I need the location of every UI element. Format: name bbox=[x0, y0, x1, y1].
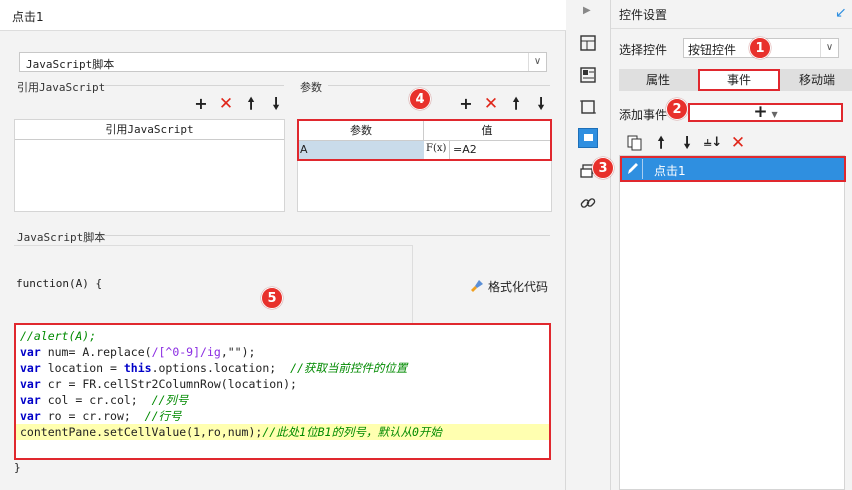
callout-badge-2: 2 bbox=[666, 98, 688, 120]
script-type-select[interactable]: JavaScript脚本 ∨ bbox=[19, 52, 547, 72]
formula-icon-label: F(x) bbox=[426, 143, 447, 154]
closing-brace: } bbox=[14, 461, 21, 474]
code-token: .options.location; bbox=[151, 361, 291, 375]
code-line: //alert(A); bbox=[20, 328, 96, 344]
params-header-value: 值 bbox=[424, 121, 550, 141]
delete-ref-js-button[interactable]: ✕ bbox=[218, 96, 234, 113]
panel-title: 控件设置 bbox=[619, 8, 668, 22]
tab-properties[interactable]: 属性 bbox=[619, 69, 697, 91]
code-token: /[^0-9]/ig bbox=[151, 345, 221, 359]
code-token: location = bbox=[40, 361, 124, 375]
code-token: contentPane.setCellValue(1,ro,num); bbox=[20, 425, 263, 439]
code-line: contentPane.setCellValue(1,ro,num);//此处1… bbox=[16, 424, 549, 440]
code-token: //alert(A); bbox=[20, 329, 97, 343]
move-down-ref-js-button[interactable]: 🠗 bbox=[268, 96, 284, 112]
add-event-label: 添加事件 bbox=[619, 108, 668, 122]
copy-icon bbox=[627, 135, 642, 151]
code-token: num= A.replace( bbox=[40, 345, 152, 359]
code-token: var bbox=[20, 393, 41, 407]
side-toolbar: ▶ bbox=[566, 0, 610, 490]
select-widget-label: 选择控件 bbox=[619, 43, 668, 57]
code-editor[interactable]: //alert(A); var num= A.replace(/[^0-9]/ig… bbox=[14, 323, 551, 460]
code-token: var bbox=[20, 409, 41, 423]
divider bbox=[102, 235, 550, 236]
dialog-title: 点击1 bbox=[12, 10, 44, 24]
add-event-button[interactable]: + ▼ bbox=[688, 103, 843, 122]
edit-pencil-icon[interactable] bbox=[625, 159, 643, 179]
param-value-cell[interactable]: =A2 bbox=[449, 141, 549, 159]
callout-badge-4: 4 bbox=[409, 88, 431, 110]
tab-events[interactable]: 事件 bbox=[698, 69, 780, 91]
format-code-label: 格式化代码 bbox=[488, 279, 549, 294]
params-table-highlight: 参数 值 A F(x) =A2 bbox=[297, 119, 552, 161]
move-down-param-button[interactable]: 🠗 bbox=[533, 96, 549, 112]
dropdown-caret-icon: ▼ bbox=[771, 110, 778, 119]
move-up-ref-js-button[interactable]: 🠕 bbox=[243, 96, 259, 112]
callout-badge-1: 1 bbox=[749, 37, 771, 59]
chevron-down-icon[interactable]: ∨ bbox=[820, 39, 838, 57]
event-list-item[interactable]: 点击1 bbox=[620, 156, 846, 182]
code-token: ro = cr.row; bbox=[40, 409, 145, 423]
ref-js-table-header: 引用JavaScript bbox=[15, 120, 284, 140]
ref-js-table: 引用JavaScript bbox=[14, 119, 285, 212]
code-token: var bbox=[20, 345, 41, 359]
event-item-label: 点击1 bbox=[654, 164, 686, 178]
move-up-event-button[interactable]: 🠕 bbox=[653, 135, 669, 151]
param-name-cell[interactable]: A bbox=[299, 141, 424, 159]
add-param-button[interactable]: + bbox=[458, 96, 474, 112]
copy-event-button[interactable] bbox=[627, 135, 643, 154]
event-editor-dialog: 点击1 JavaScript脚本 ∨ 引用JavaScript + ✕ 🠕 🠗 … bbox=[0, 0, 566, 490]
frame-icon[interactable] bbox=[579, 98, 597, 116]
brush-icon bbox=[470, 279, 484, 293]
move-down-event-button[interactable]: 🠗 bbox=[679, 135, 695, 151]
params-label: 参数 bbox=[300, 81, 322, 94]
callout-badge-5: 5 bbox=[261, 287, 283, 309]
js-script-label: JavaScript脚本 bbox=[17, 231, 106, 244]
code-line: var col = cr.col; //列号 bbox=[20, 392, 188, 408]
code-token: cr = FR.cellStr2ColumnRow(location); bbox=[40, 377, 297, 391]
event-list: 点击1 bbox=[619, 155, 846, 490]
widget-settings-icon[interactable] bbox=[578, 128, 598, 148]
params-header-name: 参数 bbox=[299, 121, 424, 141]
move-up-param-button[interactable]: 🠕 bbox=[508, 96, 524, 112]
script-type-value: JavaScript脚本 bbox=[26, 58, 115, 71]
function-signature: function(A) { bbox=[16, 277, 103, 290]
collapse-icon[interactable]: ↙ bbox=[835, 5, 847, 21]
move-bottom-event-button[interactable]: ⫨↓ bbox=[704, 135, 722, 151]
code-token: //行号 bbox=[144, 409, 182, 423]
code-line: var location = this.options.location; //… bbox=[20, 360, 407, 376]
plus-icon: + bbox=[753, 102, 768, 122]
callout-badge-3: 3 bbox=[592, 157, 614, 179]
format-code-button[interactable]: 格式化代码 bbox=[470, 277, 548, 295]
code-token: var bbox=[20, 377, 41, 391]
select-widget-value: 按钮控件 bbox=[688, 43, 737, 57]
code-token: //列号 bbox=[151, 393, 189, 407]
widget-settings-panel: 控件设置 ↙ 选择控件 按钮控件 ∨ 1 属性 事件 移动端 添加事件 2 + … bbox=[592, 0, 852, 490]
ref-js-label: 引用JavaScript bbox=[17, 81, 106, 94]
code-token: var bbox=[20, 361, 41, 375]
tab-mobile[interactable]: 移动端 bbox=[781, 69, 852, 91]
cell-style-icon[interactable] bbox=[579, 66, 597, 84]
code-token: ,""); bbox=[220, 345, 256, 359]
code-token: this bbox=[123, 361, 152, 375]
layout-grid-icon[interactable] bbox=[579, 34, 597, 52]
code-line: var num= A.replace(/[^0-9]/ig,""); bbox=[20, 344, 255, 360]
divider bbox=[104, 85, 284, 86]
formula-icon[interactable]: F(x) bbox=[426, 141, 446, 159]
divider bbox=[328, 85, 550, 86]
code-line: var ro = cr.row; //行号 bbox=[20, 408, 182, 424]
collapse-arrow-icon[interactable]: ▶ bbox=[583, 5, 591, 16]
code-token: col = cr.col; bbox=[40, 393, 152, 407]
code-token: //此处1位B1的列号，默认从0开始 bbox=[262, 425, 442, 439]
dialog-title-bar: 点击1 bbox=[0, 0, 566, 31]
delete-param-button[interactable]: ✕ bbox=[483, 96, 499, 113]
chevron-down-icon[interactable]: ∨ bbox=[528, 53, 546, 71]
code-line: var cr = FR.cellStr2ColumnRow(location); bbox=[20, 376, 297, 392]
add-ref-js-button[interactable]: + bbox=[193, 96, 209, 112]
code-token: //获取当前控件的位置 bbox=[290, 361, 408, 375]
settings-tabs: 属性 事件 移动端 bbox=[619, 69, 852, 91]
link-icon[interactable] bbox=[579, 194, 597, 212]
delete-event-button[interactable]: ✕ bbox=[730, 135, 746, 152]
divider bbox=[611, 28, 852, 29]
